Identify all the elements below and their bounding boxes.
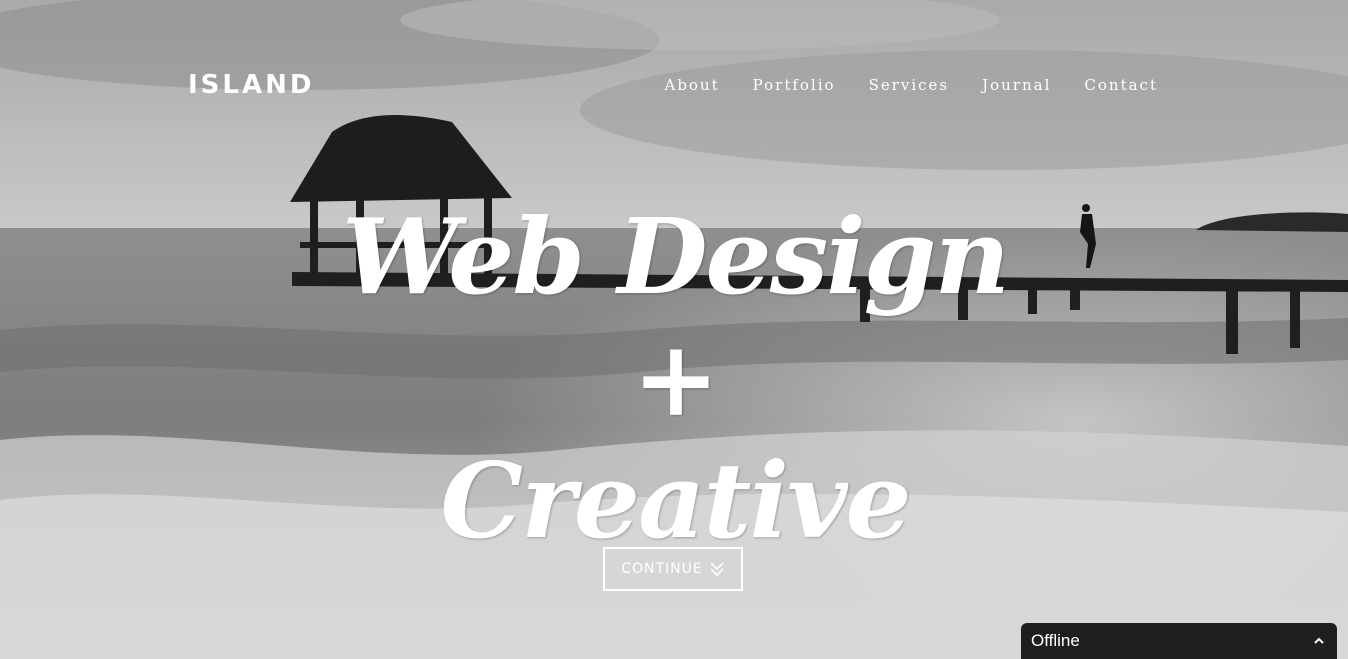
nav-link-services[interactable]: Services: [869, 76, 950, 94]
brand-logo[interactable]: ISLAND: [188, 70, 314, 100]
offline-status-bar[interactable]: Offline: [1021, 623, 1337, 659]
hero-headline: Web Design + Creative: [330, 196, 1020, 562]
main-nav: About Portfolio Services Journal Contact: [664, 76, 1158, 94]
offline-status-label: Offline: [1031, 631, 1080, 650]
nav-link-portfolio[interactable]: Portfolio: [753, 76, 836, 94]
hero-section: ISLAND About Portfolio Services Journal …: [0, 0, 1348, 659]
continue-button[interactable]: CONTINUE: [603, 547, 743, 591]
nav-link-contact[interactable]: Contact: [1084, 76, 1158, 94]
double-chevron-down-icon: [710, 562, 724, 577]
hero-headline-line-2: Creative: [440, 439, 911, 562]
continue-button-label: CONTINUE: [621, 561, 703, 577]
chevron-up-icon[interactable]: [1313, 635, 1325, 647]
hero-headline-line-1: Web Design +: [341, 195, 1010, 440]
nav-link-journal[interactable]: Journal: [982, 76, 1051, 94]
nav-link-about[interactable]: About: [664, 76, 719, 94]
